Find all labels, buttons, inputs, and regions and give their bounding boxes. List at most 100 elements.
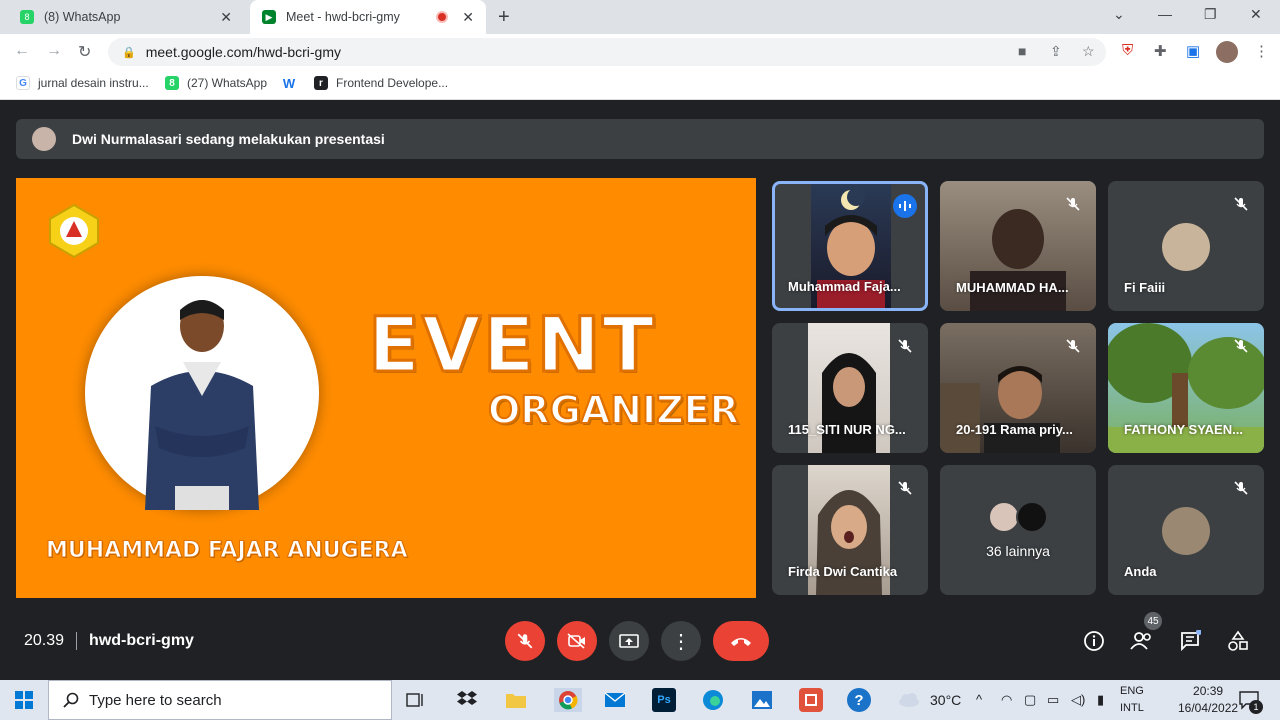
participant-name: 20-191 Rama priy... [956,422,1073,437]
participant-tile[interactable]: 20-191 Rama priy... [940,323,1096,453]
participant-tile-self[interactable]: Anda [1108,465,1264,595]
network-icon[interactable]: ◠ [1001,692,1012,708]
forward-button[interactable]: → [46,42,62,60]
menu-icon[interactable]: ⋮ [1254,42,1269,60]
participant-tile[interactable]: Muhammad Faja... [772,181,928,311]
microphone-icon[interactable]: ▮ [1097,692,1104,708]
weather-temperature[interactable]: 30°C [930,692,961,708]
participant-tile[interactable]: FATHONY SYAEN... [1108,323,1264,453]
chat-icon [1181,630,1201,652]
weather-cloud-icon[interactable] [897,688,921,712]
tab-title: Meet - hwd-bcri-gmy [286,10,400,24]
back-button[interactable]: ← [14,42,30,60]
mic-off-icon [892,475,918,501]
clock-time: 20:39 [1193,684,1224,698]
chrome-icon[interactable] [554,688,582,712]
bookmark-frontend[interactable]: r Frontend Develope... [314,76,448,90]
system-clock[interactable]: 20:39 16/04/2022 [1178,683,1238,717]
address-bar[interactable]: 🔒 meet.google.com/hwd-bcri-gmy [108,38,1106,66]
mic-off-icon [1228,191,1254,217]
windows-taskbar: Type here to search Ps ? 30°C ^ ◠ ▢ ▭ ◁)… [0,680,1280,720]
dropbox-icon[interactable] [455,688,479,712]
hang-up-icon [731,638,751,646]
participant-name: Anda [1124,564,1157,579]
mail-icon[interactable] [603,688,627,712]
bookmark-jurnal[interactable]: G jurnal desain instru... [16,76,149,90]
mic-off-icon [1060,191,1086,217]
clock-date: 16/04/2022 [1178,701,1239,715]
help-icon[interactable]: ? [847,688,871,712]
participants-button[interactable] [1129,628,1155,654]
extensions-puzzle-icon[interactable]: ✚ [1154,42,1167,60]
end-call-button[interactable] [713,621,769,661]
presenter-avatar [32,127,56,151]
search-placeholder: Type here to search [89,691,222,709]
bookmark-w[interactable]: W [282,76,304,91]
bookmark-star-icon[interactable]: ☆ [1082,43,1095,60]
reload-button[interactable]: ↻ [78,42,91,62]
camera-toggle-button[interactable] [557,621,597,661]
meet-area: Dwi Nurmalasari sedang melakukan present… [0,101,1280,680]
close-tab-icon[interactable]: ✕ [220,9,232,26]
chat-button[interactable] [1177,628,1203,654]
tab-search-icon[interactable]: ⌄ [1113,6,1125,23]
battery-icon[interactable]: ▭ [1047,692,1059,708]
lang-top: ENG [1120,685,1144,697]
present-screen-button[interactable] [609,621,649,661]
photoshop-icon[interactable]: Ps [652,688,676,712]
lock-icon: 🔒 [122,46,136,59]
mic-off-icon [1228,475,1254,501]
file-explorer-icon[interactable] [504,688,528,712]
info-icon [1084,631,1104,651]
reading-list-icon[interactable]: ▣ [1186,42,1200,60]
photos-icon[interactable] [750,688,774,712]
camera-icon[interactable]: ■ [1018,43,1026,59]
bookmarks-bar: G jurnal desain instru... 8 (27) WhatsAp… [0,70,1280,100]
mic-off-icon [892,333,918,359]
volume-icon[interactable]: ◁) [1071,692,1085,708]
start-button[interactable] [12,688,36,712]
extension-shield-icon[interactable]: ⛨ [1122,42,1133,59]
close-window-button[interactable]: ✕ [1250,6,1262,23]
input-language[interactable]: ENG INTL [1120,683,1144,717]
meeting-details-button[interactable] [1081,628,1107,654]
close-tab-icon[interactable]: ✕ [462,9,474,26]
mic-off-icon [517,633,533,649]
share-icon[interactable]: ⇪ [1050,43,1062,60]
activities-button[interactable] [1225,628,1251,654]
participant-tile[interactable]: 115_SITI NUR NG... [772,323,928,453]
bookmark-label: (27) WhatsApp [187,76,268,90]
meeting-info: 20.39 hwd-bcri-gmy [24,632,194,650]
more-participants-tile[interactable]: 36 lainnya [940,465,1096,595]
profile-avatar[interactable] [1216,41,1238,63]
participant-tile[interactable]: MUHAMMAD HA... [940,181,1096,311]
taskbar-search-input[interactable]: Type here to search [48,680,392,720]
edge-icon[interactable] [701,688,725,712]
slide-subtitle: ORGANIZER [487,387,740,433]
meet-control-bar: 20.39 hwd-bcri-gmy ⋮ 45 [0,612,1280,680]
presenter-photo [85,276,319,510]
mic-off-icon [1060,333,1086,359]
tab-meet[interactable]: ▶ Meet - hwd-bcri-gmy ✕ [250,0,486,34]
meet-icon: ▶ [262,10,276,24]
participant-tile[interactable]: Firda Dwi Cantika [772,465,928,595]
minimize-button[interactable]: — [1158,6,1172,22]
participant-tile[interactable]: Fi Faiii [1108,181,1264,311]
notifications-button[interactable]: 1 [1237,688,1263,714]
show-hidden-icons[interactable]: ^ [976,692,982,707]
more-options-button[interactable]: ⋮ [661,621,701,661]
participant-avatar [1162,223,1210,271]
task-view-icon[interactable] [404,688,428,712]
mic-toggle-button[interactable] [505,621,545,661]
frontend-icon: r [314,76,328,90]
browser-toolbar: ← → ↻ 🔒 meet.google.com/hwd-bcri-gmy ■ ⇪… [0,34,1280,70]
new-tab-button[interactable]: + [498,6,510,29]
windows-logo-icon [15,691,33,709]
presentation-app-icon[interactable] [799,688,823,712]
tab-whatsapp[interactable]: 8 (8) WhatsApp ✕ [8,0,244,34]
notification-count: 1 [1249,700,1263,714]
bookmark-whatsapp[interactable]: 8 (27) WhatsApp [165,76,267,90]
meet-now-icon[interactable]: ▢ [1024,692,1036,708]
tab-title: (8) WhatsApp [44,10,121,24]
restore-button[interactable]: ❐ [1204,6,1217,23]
